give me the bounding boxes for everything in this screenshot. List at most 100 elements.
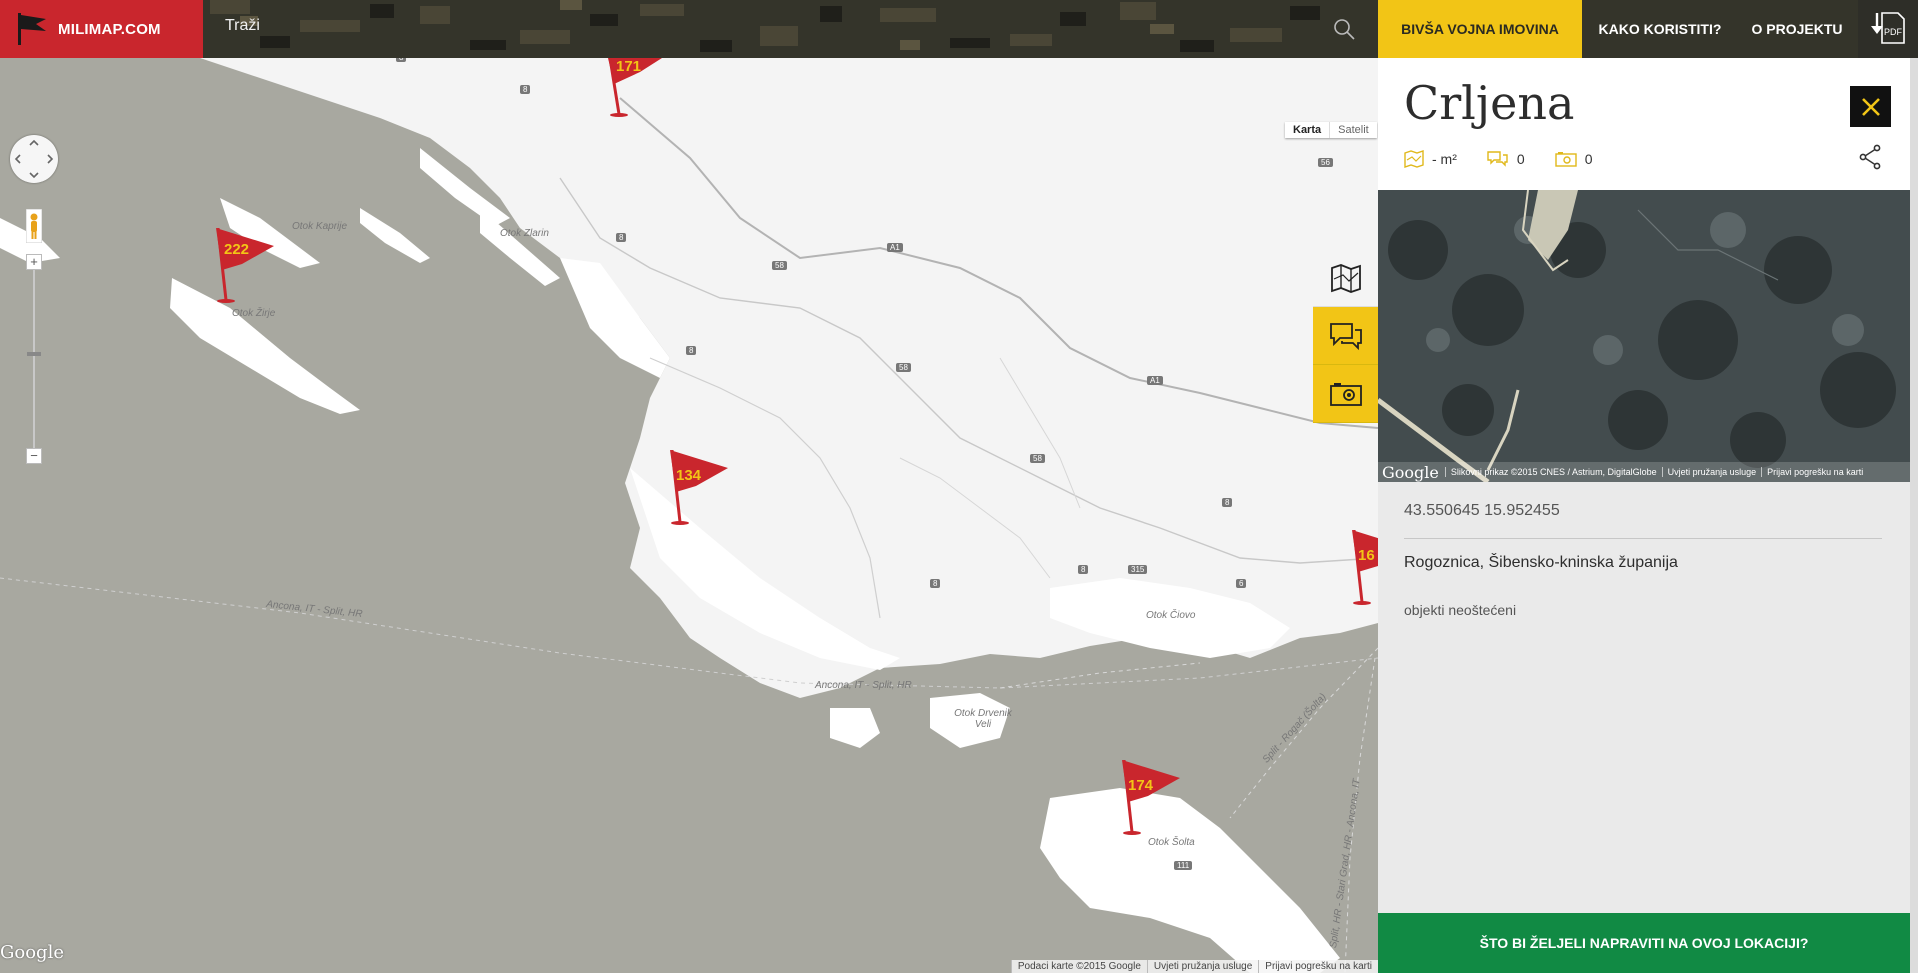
map-layer-button[interactable] — [1313, 249, 1378, 307]
comments-button[interactable] — [1313, 307, 1378, 365]
search-input[interactable]: Traži — [225, 17, 260, 35]
photos-count-icon — [1554, 152, 1577, 167]
road-number: 58 — [1030, 454, 1045, 463]
satellite-image — [1378, 190, 1910, 482]
nav-about-project[interactable]: O PROJEKTU — [1738, 0, 1856, 58]
zoom-slider-track[interactable] — [33, 262, 35, 456]
brand-logo-link[interactable]: MILIMAP.COM — [0, 0, 203, 58]
location-pin[interactable]: 171 — [600, 58, 670, 123]
nav-former-military-property[interactable]: BIVŠA VOJNA IMOVINA — [1378, 0, 1582, 58]
road-number: 6 — [1236, 579, 1247, 588]
comments-metric: 0 — [1487, 150, 1525, 168]
road-number: A1 — [887, 243, 903, 252]
road-number: 8 — [1222, 498, 1233, 507]
pdf-download-icon: PDF — [1871, 12, 1905, 44]
pan-arrows-icon — [14, 139, 54, 179]
location-title: Crljena — [1404, 76, 1575, 130]
nav-how-to-use[interactable]: KAKO KORISTITI? — [1582, 0, 1738, 58]
comments-icon — [1329, 322, 1362, 350]
location-pin[interactable]: 174 — [1118, 759, 1188, 841]
road-number: A1 — [1147, 376, 1163, 385]
road-number: 58 — [896, 363, 911, 372]
close-button[interactable] — [1850, 86, 1891, 127]
area-value: - m² — [1432, 151, 1457, 167]
road-number: 8 — [396, 58, 407, 62]
location-detail-panel: Crljena - m² 0 0 Google Slikovni prikaz … — [1378, 58, 1910, 973]
panel-header: Crljena - m² 0 0 — [1378, 58, 1910, 190]
satellite-photo[interactable]: Google Slikovni prikaz ©2015 CNES / Astr… — [1378, 190, 1910, 482]
close-icon — [1861, 97, 1880, 116]
report-error-link[interactable]: Prijavi pogrešku na karti — [1761, 467, 1868, 477]
suggest-use-button[interactable]: ŠTO BI ŽELJELI NAPRAVITI NA OVOJ LOKACIJ… — [1378, 913, 1910, 973]
road-number: 8 — [520, 85, 531, 94]
nav-label: KAKO KORISTITI? — [1598, 21, 1722, 37]
road-number: 58 — [772, 261, 787, 270]
google-logo: Google — [1382, 462, 1439, 482]
comments-count-icon — [1487, 151, 1508, 167]
brand-name: MILIMAP.COM — [58, 20, 161, 38]
photos-count: 0 — [1584, 151, 1593, 167]
search-icon[interactable] — [1332, 17, 1356, 41]
share-icon[interactable] — [1858, 144, 1882, 170]
google-logo: Google — [0, 942, 64, 963]
flag-pin-icon — [670, 449, 728, 525]
road-number: 315 — [1128, 565, 1148, 574]
road-number: 8 — [930, 579, 941, 588]
flag-pin-icon — [1122, 759, 1180, 835]
map-label-kaprije: Otok Kaprije — [292, 221, 348, 232]
imagery-credit: Slikovni prikaz ©2015 CNES / Astrium, Di… — [1444, 467, 1662, 477]
map-data-credit: Podaci karte ©2015 Google — [1010, 960, 1147, 973]
comments-count: 0 — [1516, 151, 1525, 167]
photo-attribution: Google Slikovni prikaz ©2015 CNES / Astr… — [1378, 462, 1910, 482]
flag-pin-icon — [216, 227, 274, 303]
location-pin[interactable]: 134 — [666, 449, 736, 531]
pin-number: 134 — [676, 467, 702, 484]
photos-metric: 0 — [1554, 151, 1593, 167]
pin-number: 174 — [1128, 777, 1154, 794]
terms-link[interactable]: Uvjeti pružanja usluge — [1661, 467, 1762, 477]
area-metric: - m² — [1404, 150, 1457, 168]
folded-map-icon — [1330, 263, 1361, 293]
location-status: objekti neoštećeni — [1404, 602, 1517, 618]
map-type-karta-button[interactable]: Karta — [1285, 122, 1329, 138]
map-type-switch: Karta Satelit — [1285, 122, 1377, 138]
map-side-tools — [1313, 249, 1378, 423]
pin-number: 222 — [224, 241, 250, 258]
location-pin[interactable]: 16 — [1348, 530, 1378, 610]
zoom-in-button[interactable]: + — [26, 254, 42, 270]
road-number: 111 — [1174, 861, 1193, 870]
nav-label: BIVŠA VOJNA IMOVINA — [1401, 21, 1559, 37]
flag-pin-icon — [1352, 530, 1378, 605]
area-map-icon — [1404, 150, 1424, 168]
flag-logo-icon — [18, 13, 46, 45]
terms-link[interactable]: Uvjeti pružanja usluge — [1146, 960, 1258, 973]
nav-label: O PROJEKTU — [1751, 21, 1843, 37]
map-type-satelit-button[interactable]: Satelit — [1329, 122, 1377, 138]
location-coordinates: 43.550645 15.952455 — [1404, 502, 1560, 519]
report-error-link[interactable]: Prijavi pogrešku na karti — [1258, 960, 1378, 973]
map-label-zlarin: Otok Zlarin — [500, 228, 549, 239]
pdf-download-button[interactable]: PDF — [1858, 0, 1918, 58]
location-metrics: - m² 0 0 — [1404, 150, 1622, 168]
location-place: Rogoznica, Šibensko-kninska županija — [1404, 554, 1678, 571]
map-canvas[interactable]: Otok Kaprije Otok Zlarin Otok Žirje Otok… — [0, 58, 1378, 973]
pdf-label: PDF — [1884, 27, 1903, 37]
divider — [1404, 538, 1882, 539]
pin-number: 171 — [616, 58, 642, 75]
street-view-pegman-icon[interactable] — [26, 209, 42, 243]
camera-icon — [1329, 382, 1362, 406]
map-label-ciovo: Otok Čiovo — [1146, 610, 1196, 621]
pan-control[interactable] — [10, 135, 58, 183]
map-label-drvenik: Otok Drvenik Veli — [954, 708, 1012, 730]
map-attribution: Podaci karte ©2015 Google Uvjeti pružanj… — [1010, 960, 1378, 973]
photos-button[interactable] — [1313, 365, 1378, 423]
top-bar: MILIMAP.COM Traži BIVŠA VOJNA IMOVINA KA… — [0, 0, 1918, 58]
location-pin[interactable]: 222 — [212, 227, 282, 309]
road-number: 8 — [616, 233, 627, 242]
map-label-zirje: Otok Žirje — [232, 308, 276, 319]
road-number: 8 — [686, 346, 697, 355]
zoom-out-button[interactable]: − — [26, 448, 42, 464]
page-scrollbar[interactable] — [1910, 58, 1918, 973]
zoom-slider-handle[interactable] — [27, 352, 41, 356]
pin-number: 16 — [1358, 547, 1375, 564]
